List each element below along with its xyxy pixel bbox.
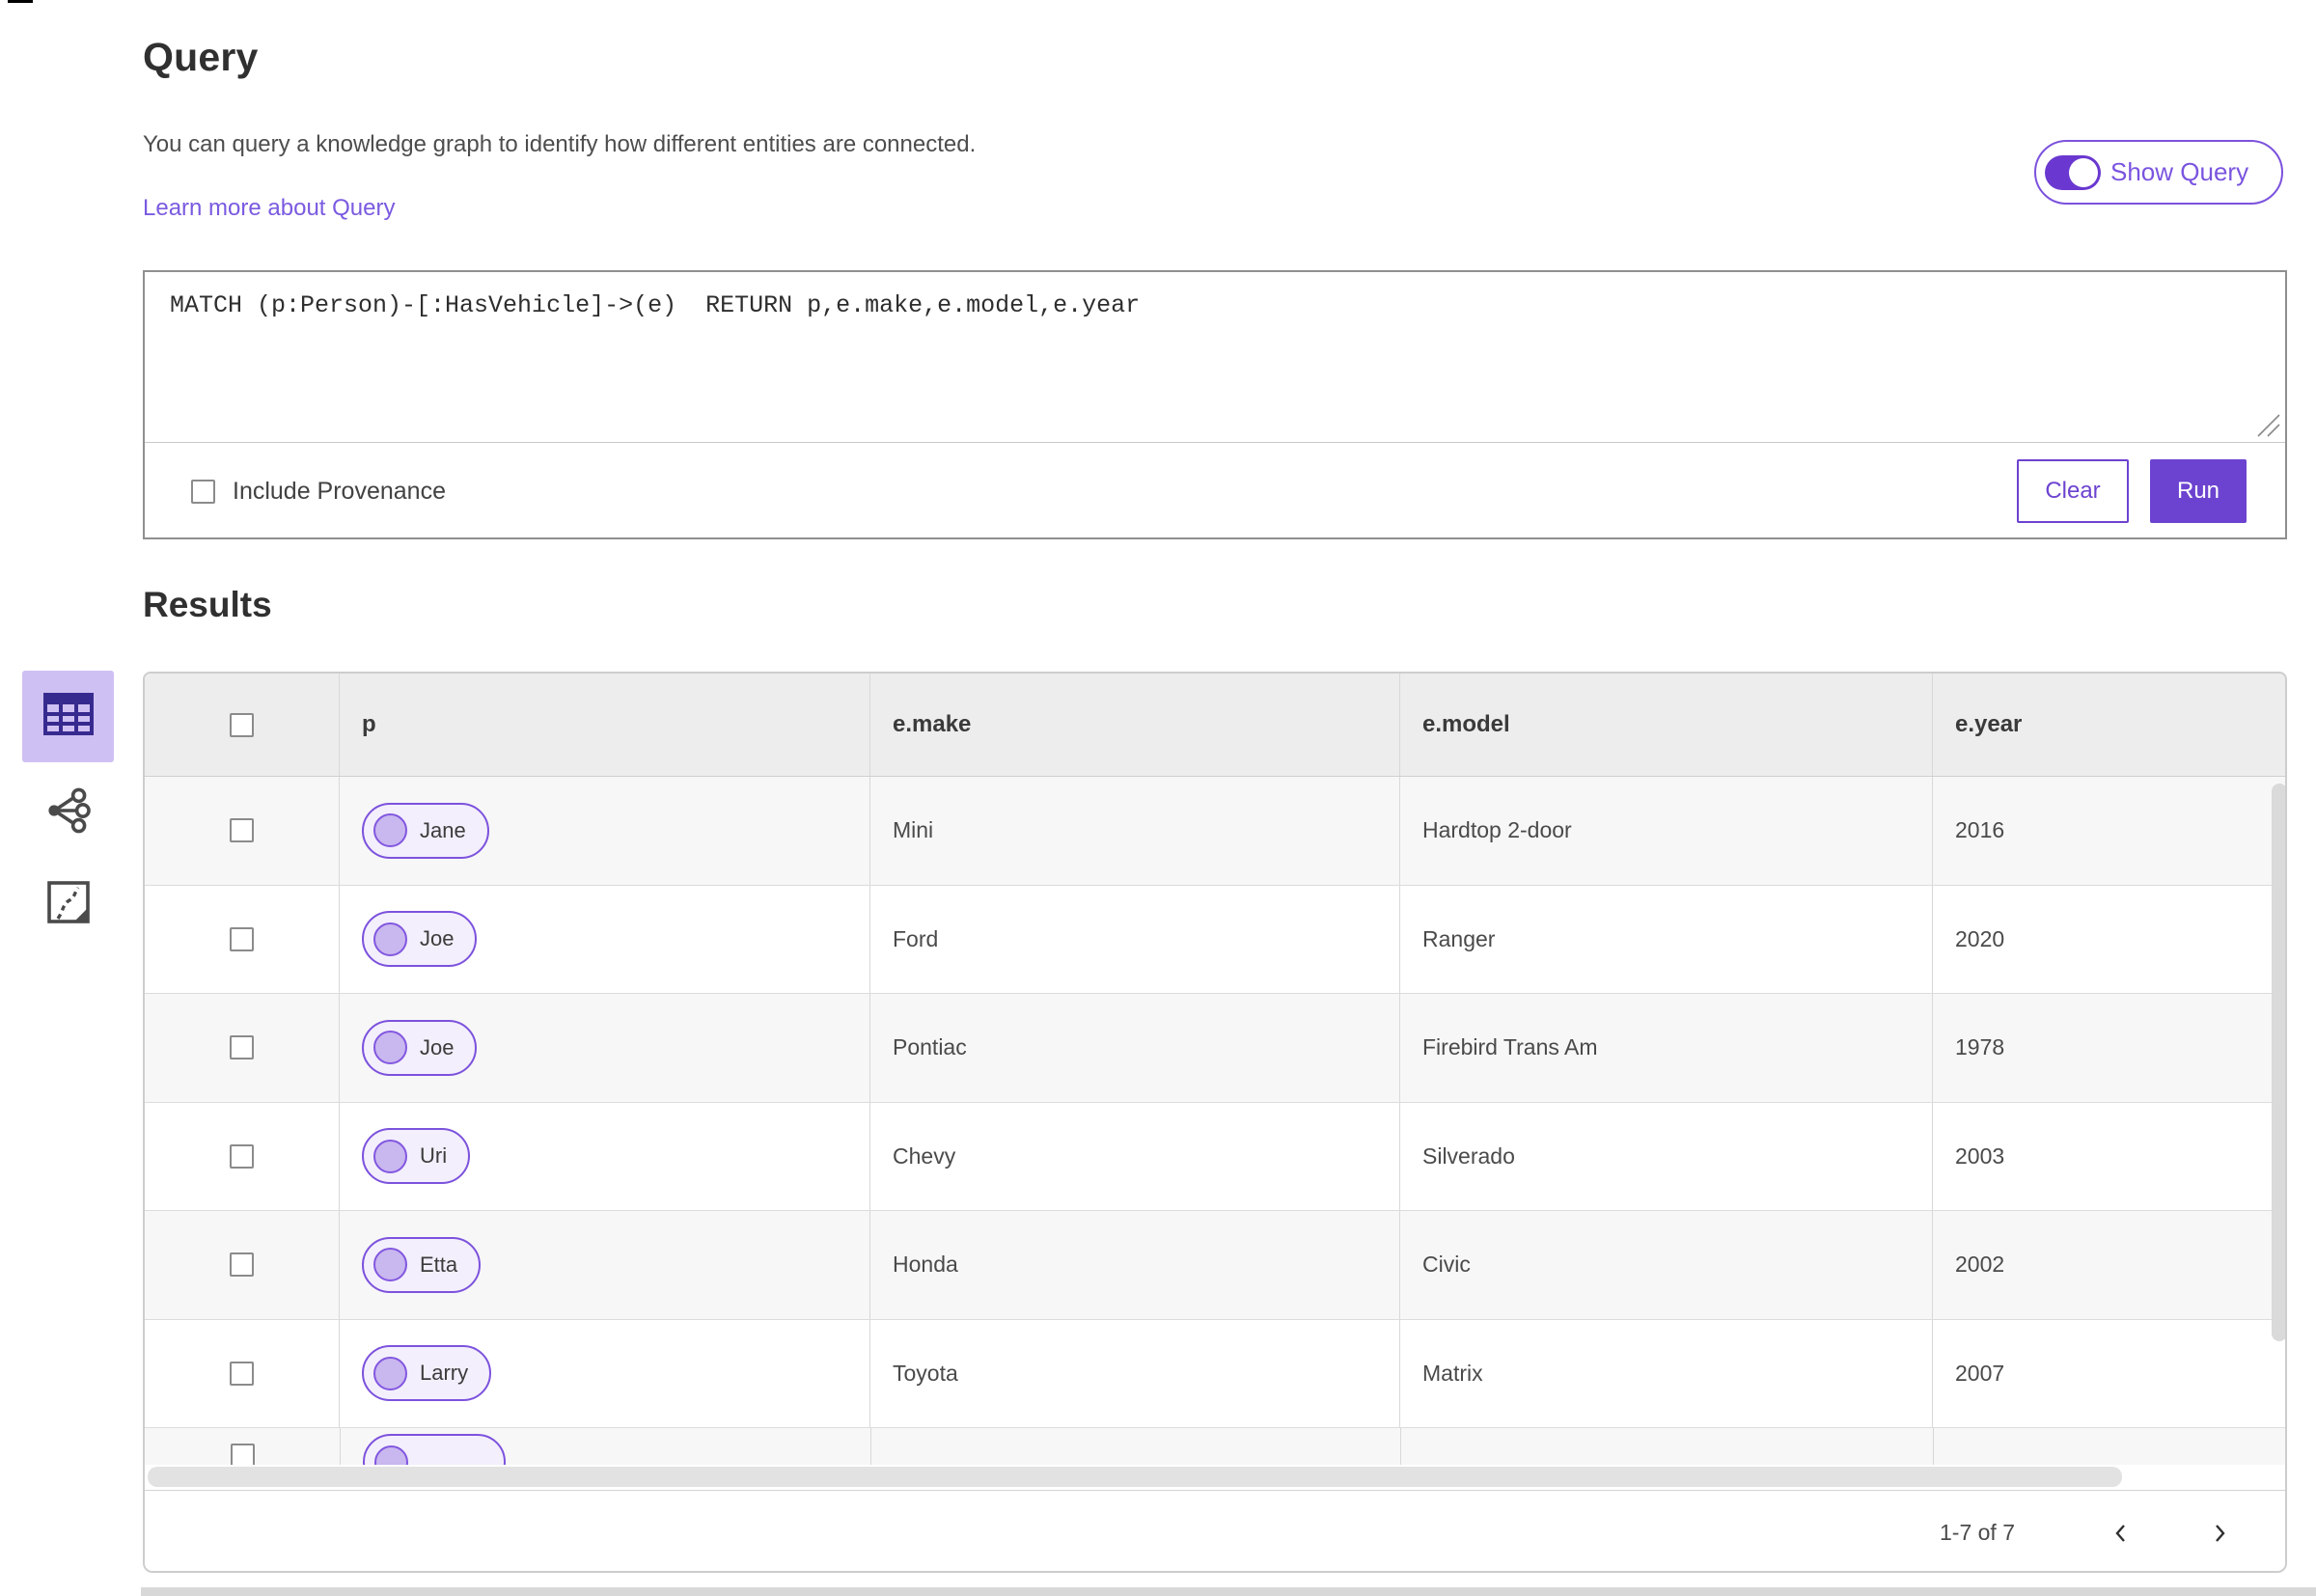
entity-dot-icon <box>374 1445 408 1465</box>
resize-grip-icon[interactable] <box>2254 411 2281 443</box>
cell-year: 1978 <box>1955 1034 2005 1060</box>
cell-make: Chevy <box>870 1102 1400 1210</box>
table-view-button[interactable] <box>22 671 114 762</box>
map-icon <box>46 880 91 929</box>
table-pagination: 1-7 of 7 <box>145 1490 2285 1571</box>
cell-model: Hardtop 2-door <box>1400 777 1933 885</box>
entity-dot-icon <box>373 1139 407 1173</box>
header-cell-make: e.make <box>870 674 1400 776</box>
query-section-title: Query <box>143 35 259 79</box>
include-provenance-checkbox[interactable] <box>191 479 215 504</box>
map-view-button[interactable] <box>42 878 95 930</box>
row-checkbox[interactable] <box>231 1444 255 1465</box>
cell-make: Mini <box>870 777 1400 885</box>
horizontal-scrollbar <box>145 1465 2285 1490</box>
learn-more-link[interactable]: Learn more about Query <box>143 195 395 222</box>
horizontal-scrollbar-thumb[interactable] <box>148 1467 2122 1487</box>
cell-year: 2007 <box>1955 1360 2005 1386</box>
entity-pill[interactable]: Etta <box>362 1236 482 1293</box>
link-chart-view-button[interactable] <box>40 784 97 841</box>
entity-dot-icon <box>373 1031 407 1065</box>
run-button[interactable]: Run <box>2150 459 2247 523</box>
pagination-range: 1-7 of 7 <box>1940 1520 2015 1545</box>
entity-pill[interactable] <box>363 1434 506 1465</box>
entity-dot-icon <box>373 1356 407 1390</box>
clear-button[interactable]: Clear <box>2017 459 2129 523</box>
show-query-toggle[interactable]: Show Query <box>2034 140 2283 205</box>
query-editor-panel: MATCH (p:Person)-[:HasVehicle]->(e) RETU… <box>143 270 2287 539</box>
table-row: Larry Toyota Matrix 2007 <box>145 1319 2285 1428</box>
query-input[interactable]: MATCH (p:Person)-[:HasVehicle]->(e) RETU… <box>145 272 2285 440</box>
screenshot-bottom-edge <box>141 1587 2316 1596</box>
toggle-knob <box>2069 157 2098 187</box>
header-cell-model: e.model <box>1400 674 1933 776</box>
show-query-label: Show Query <box>2110 157 2249 186</box>
cell-year: 2016 <box>1955 817 2005 843</box>
entity-pill[interactable]: Larry <box>362 1345 492 1402</box>
entity-pill[interactable]: Uri <box>362 1128 471 1185</box>
query-description: You can query a knowledge graph to ident… <box>143 131 977 157</box>
entity-pill[interactable]: Joe <box>362 911 478 968</box>
cell-make: Ford <box>870 885 1400 993</box>
cell-year: 2002 <box>1955 1252 2005 1278</box>
entity-pill[interactable]: Joe <box>362 1019 478 1076</box>
chevron-right-icon[interactable] <box>2200 1514 2239 1553</box>
cell-make: Pontiac <box>870 994 1400 1102</box>
vertical-scrollbar-thumb[interactable] <box>2272 784 2285 1341</box>
entity-dot-icon <box>373 813 407 848</box>
header-cell-select <box>145 674 340 776</box>
cell-year: 2020 <box>1955 925 2005 951</box>
row-checkbox[interactable] <box>230 818 254 843</box>
row-checkbox[interactable] <box>230 1361 254 1386</box>
entity-pill[interactable]: Jane <box>362 802 489 859</box>
cell-make: Toyota <box>870 1319 1400 1427</box>
row-checkbox[interactable] <box>230 1252 254 1278</box>
row-checkbox[interactable] <box>230 1143 254 1169</box>
results-table: p e.make e.model e.year Jane Mini Hardto… <box>143 672 2287 1573</box>
cell-year: 2003 <box>1955 1142 2005 1169</box>
cell-model: Silverado <box>1400 1102 1933 1210</box>
link-chart-icon <box>43 785 94 840</box>
entity-dot-icon <box>373 1248 407 1282</box>
header-cell-p: p <box>340 674 870 776</box>
table-row: Uri Chevy Silverado 2003 <box>145 1102 2285 1211</box>
chevron-left-icon[interactable] <box>2102 1514 2140 1553</box>
table-row: Etta Honda Civic 2002 <box>145 1211 2285 1320</box>
cell-model: Ranger <box>1400 885 1933 993</box>
header-cell-year: e.year <box>1955 711 2023 737</box>
table-row: Joe Ford Ranger 2020 <box>145 885 2285 994</box>
table-row-partial <box>145 1428 2285 1465</box>
cell-model: Civic <box>1400 1211 1933 1319</box>
table-row: Jane Mini Hardtop 2-door 2016 <box>145 777 2285 886</box>
include-provenance-label: Include Provenance <box>233 477 446 505</box>
screenshot-top-edge <box>8 0 33 3</box>
table-header-row: p e.make e.model e.year <box>145 674 2285 777</box>
entity-dot-icon <box>373 922 407 956</box>
results-section-title: Results <box>143 585 272 624</box>
cell-model: Matrix <box>1400 1319 1933 1427</box>
table-icon <box>42 692 95 741</box>
toggle-on-icon[interactable] <box>2045 154 2101 190</box>
query-footer: Include Provenance Clear Run <box>145 443 2285 539</box>
cell-make: Honda <box>870 1211 1400 1319</box>
table-row: Joe Pontiac Firebird Trans Am 1978 <box>145 994 2285 1103</box>
row-checkbox[interactable] <box>230 926 254 951</box>
cell-model: Firebird Trans Am <box>1400 994 1933 1102</box>
select-all-checkbox[interactable] <box>230 712 254 737</box>
row-checkbox[interactable] <box>230 1035 254 1060</box>
